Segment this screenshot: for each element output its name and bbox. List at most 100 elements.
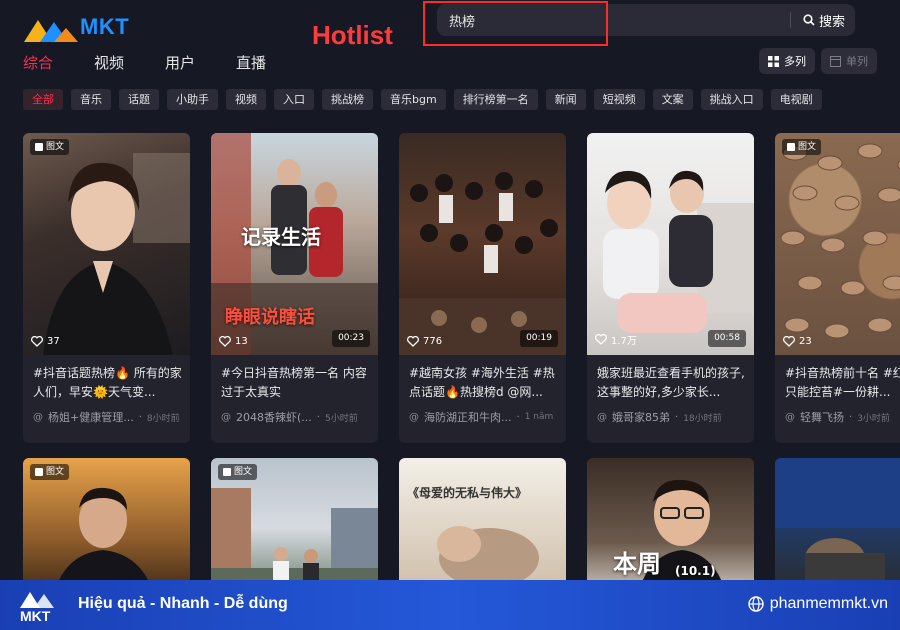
crowd-party-image	[399, 172, 566, 355]
badge-label: 图文	[234, 467, 253, 477]
chip-tv-drama[interactable]: 电视剧	[770, 89, 822, 110]
separator: ·	[675, 411, 679, 423]
like-count-value: 13	[235, 336, 248, 347]
like-count-value: 776	[423, 336, 443, 347]
results-row-2: 图文 图文 《母爱的无私与伟大》 本周 (10.1)	[23, 458, 900, 598]
single-column-icon	[830, 55, 841, 67]
card-author[interactable]: 轻舞飞扬	[800, 409, 844, 425]
like-count: 37	[31, 336, 60, 347]
chip-all[interactable]: 全部	[23, 89, 63, 110]
result-card[interactable]: 记录生活 睁眼说瞎话 13 00:23 #今日抖音热榜第一名 内容过于太真实 @…	[211, 133, 378, 443]
image-post-badge: 图文	[30, 139, 70, 155]
card-description[interactable]: #越南女孩 #海外生活 #热点话题🔥热搜榜d @网...	[409, 364, 559, 402]
heart-icon	[219, 336, 231, 347]
like-count: 23	[783, 336, 812, 347]
card-meta: @ 轻舞飞扬 · 3小时前	[785, 409, 900, 425]
card-thumbnail[interactable]: 图文 23	[775, 133, 900, 355]
card-author[interactable]: 杨姐+健康管理...	[48, 409, 134, 425]
chip-assistant[interactable]: 小助手	[167, 89, 218, 110]
card-description[interactable]: #今日抖音热榜第一名 内容过于太真实	[221, 364, 371, 402]
result-card[interactable]: 图文 37 #抖音话题热榜🔥 所有的家人们，早安🌞天气变... @ 杨姐+健康管…	[23, 133, 190, 443]
at-icon: @	[33, 411, 43, 423]
image-post-badge: 图文	[782, 139, 822, 155]
overlay-caption: 睁眼说瞎话	[225, 307, 315, 328]
result-card[interactable]: 776 00:19 #越南女孩 #海外生活 #热点话题🔥热搜榜d @网... @…	[399, 133, 566, 443]
tab-comprehensive[interactable]: 综合	[23, 52, 53, 73]
footer-website[interactable]: phanmemmkt.vn	[748, 595, 888, 613]
footer-logo-text: MKT	[20, 608, 51, 624]
badge-label: 图文	[46, 142, 65, 152]
like-count-value: 37	[47, 336, 60, 347]
at-icon: @	[597, 411, 607, 423]
chip-copywriting[interactable]: 文案	[652, 89, 693, 110]
card-thumbnail[interactable]: 记录生活 睁眼说瞎话 13 00:23	[211, 133, 378, 355]
chip-challenge-entry[interactable]: 挑战入口	[700, 89, 763, 110]
separator: ·	[516, 411, 520, 423]
card-thumbnail[interactable]: 本周 (10.1)	[587, 458, 754, 598]
tab-live[interactable]: 直播	[236, 52, 266, 73]
multi-column-label: 多列	[784, 55, 806, 68]
search-divider	[789, 12, 791, 28]
card-meta: @ 海防湖正和牛肉... · 1 năm	[409, 409, 561, 425]
card-author[interactable]: 娥哥家85弟	[612, 409, 670, 425]
view-switch: 多列 单列	[759, 48, 877, 74]
multi-column-button[interactable]: 多列	[759, 48, 815, 74]
video-duration: 00:23	[332, 330, 370, 347]
chip-challenge-list[interactable]: 挑战榜	[322, 89, 373, 110]
card-thumbnail[interactable]: 776 00:19	[399, 133, 566, 355]
chip-topic[interactable]: 话题	[119, 89, 159, 110]
card-thumbnail[interactable]	[775, 458, 900, 598]
at-icon: @	[785, 411, 795, 423]
like-count: 1.7万	[595, 332, 637, 347]
image-post-icon	[35, 143, 43, 151]
promo-footer-banner: MKT Hiệu quả - Nhanh - Dễ dùng phanmemmk…	[0, 580, 900, 630]
heart-icon	[595, 334, 607, 345]
badge-label: 图文	[46, 467, 65, 477]
result-card[interactable]: 图文	[23, 458, 190, 598]
search-button-label: 搜索	[818, 14, 845, 30]
card-author[interactable]: 2048香辣虾(...	[236, 409, 312, 425]
image-post-badge: 图文	[218, 464, 258, 480]
badge-label: 图文	[798, 142, 817, 152]
single-column-button[interactable]: 单列	[821, 48, 877, 74]
chip-short-video[interactable]: 短视频	[593, 89, 645, 110]
search-button[interactable]: 搜索	[789, 4, 845, 36]
at-icon: @	[221, 411, 231, 423]
search-bar: 搜索	[437, 4, 855, 36]
chip-music[interactable]: 音乐	[71, 89, 111, 110]
chip-news[interactable]: 新闻	[545, 89, 586, 110]
heart-icon	[783, 336, 795, 347]
video-duration: 00:58	[708, 330, 746, 347]
chip-video[interactable]: 视频	[226, 89, 266, 110]
like-count-value: 1.7万	[611, 336, 637, 347]
separator: ·	[316, 411, 320, 423]
card-description[interactable]: #抖音热榜前十名 #红出息只能控苔#一份耕...	[785, 364, 900, 402]
result-card[interactable]	[775, 458, 900, 598]
result-card[interactable]: 本周 (10.1)	[587, 458, 754, 598]
grid-icon	[768, 55, 779, 67]
chip-music-bgm[interactable]: 音乐bgm	[381, 89, 446, 110]
tab-user[interactable]: 用户	[165, 52, 195, 73]
result-card[interactable]: 图文	[211, 458, 378, 598]
card-author[interactable]: 海防湖正和牛肉...	[424, 409, 512, 425]
mkt-logo[interactable]: MKT	[22, 10, 152, 46]
card-description[interactable]: 娥家班最近查看手机的孩子,这事整的好,多少家长...	[597, 364, 747, 402]
result-card[interactable]: 1.7万 00:58 娥家班最近查看手机的孩子,这事整的好,多少家长... @ …	[587, 133, 754, 443]
chip-rank-first[interactable]: 排行榜第一名	[453, 89, 538, 110]
card-description[interactable]: #抖音话题热榜🔥 所有的家人们，早安🌞天气变...	[33, 364, 183, 402]
separator: ·	[849, 411, 853, 423]
results-row-1: 图文 37 #抖音话题热榜🔥 所有的家人们，早安🌞天气变... @ 杨姐+健康管…	[23, 133, 900, 443]
card-thumbnail[interactable]: 图文	[23, 458, 190, 598]
tab-video[interactable]: 视频	[94, 52, 124, 73]
card-thumbnail[interactable]: 《母爱的无私与伟大》	[399, 458, 566, 598]
search-input[interactable]	[437, 4, 777, 36]
video-duration: 00:19	[520, 330, 558, 347]
result-card[interactable]: 图文 23 #抖音热榜前十名 #红出息只能控苔#一份耕... @ 轻舞飞扬 · …	[775, 133, 900, 443]
card-thumbnail[interactable]: 图文	[211, 458, 378, 598]
result-card[interactable]: 《母爱的无私与伟大》	[399, 458, 566, 598]
card-thumbnail[interactable]: 1.7万 00:58	[587, 133, 754, 355]
card-thumbnail[interactable]: 图文 37	[23, 133, 190, 355]
chip-entry[interactable]: 入口	[274, 89, 314, 110]
mkt-logo-icon	[24, 20, 78, 42]
footer-slogan: Hiệu quả - Nhanh - Dễ dùng	[78, 595, 288, 612]
